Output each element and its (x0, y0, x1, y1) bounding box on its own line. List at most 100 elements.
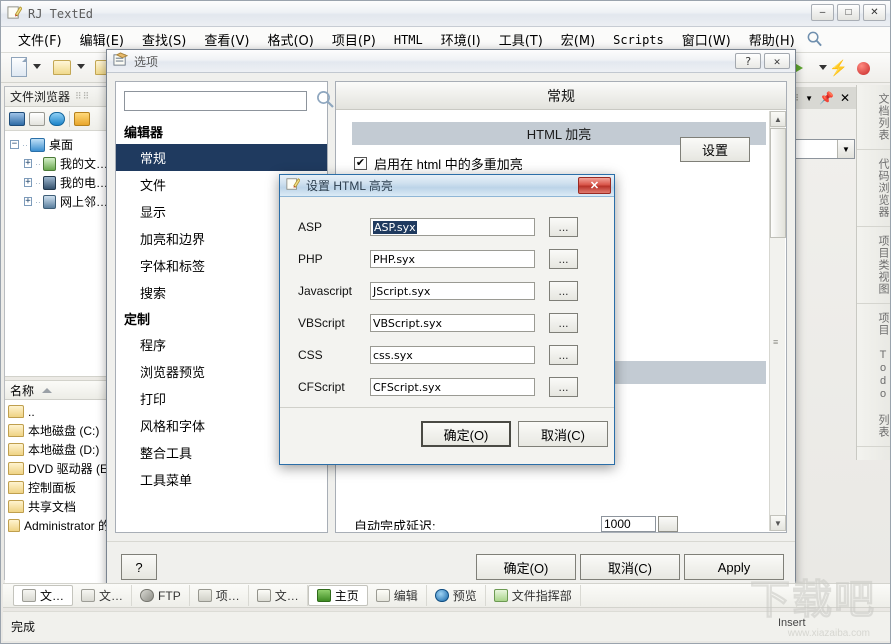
browse-button-asp[interactable]: ... (549, 217, 578, 237)
list-item[interactable]: DVD 驱动器 (E (8, 459, 110, 478)
bottom-tab-documents-2[interactable]: 文… (73, 585, 133, 606)
field-input-cfscript[interactable]: CFScript.syx (370, 378, 535, 396)
tree-expander[interactable]: − (10, 140, 19, 149)
browse-button-css[interactable]: ... (549, 345, 578, 365)
view-grid-tool-icon[interactable] (74, 111, 90, 126)
bottom-tab-project[interactable]: 项… (190, 585, 249, 606)
options-search-input[interactable] (124, 90, 307, 111)
field-input-asp[interactable]: ASP.syx (370, 218, 535, 236)
html-highlight-ok-button[interactable]: 确定(O) (421, 421, 511, 447)
search-icon[interactable] (315, 89, 335, 112)
checkbox-multi-highlight[interactable]: ✔ (354, 157, 367, 170)
search-icon[interactable] (806, 30, 823, 50)
scroll-down-button[interactable]: ▼ (770, 515, 786, 531)
list-item[interactable]: 本地磁盘 (C:) (8, 421, 110, 440)
close-button[interactable]: ✕ (863, 4, 886, 21)
minimize-button[interactable]: – (811, 4, 834, 21)
options-ok-button[interactable]: 确定(O) (476, 554, 576, 580)
close-icon[interactable]: ✕ (840, 91, 850, 105)
list-item[interactable]: .. (8, 402, 110, 421)
menu-tools[interactable]: 工具(T) (490, 28, 552, 51)
maximize-button[interactable]: □ (837, 4, 860, 21)
chevron-down-icon[interactable]: ▼ (837, 140, 854, 158)
browse-button-javascript[interactable]: ... (549, 281, 578, 301)
options-close-button[interactable]: ✕ (764, 53, 790, 69)
scrollbar-thumb[interactable] (770, 128, 786, 238)
browse-button-vbscript[interactable]: ... (549, 313, 578, 333)
field-input-vbscript[interactable]: VBScript.syx (370, 314, 535, 332)
tree-row[interactable]: − ·· 桌面 (8, 135, 108, 154)
menu-help[interactable]: 帮助(H) (740, 28, 804, 51)
field-input-javascript[interactable]: JScript.syx (370, 282, 535, 300)
html-highlight-close-button[interactable]: ✕ (578, 177, 611, 194)
options-apply-button[interactable]: Apply (684, 554, 784, 580)
menu-format[interactable]: 格式(O) (258, 28, 322, 51)
file-list-header[interactable]: 名称 (5, 381, 110, 400)
field-label-php: PHP (298, 252, 323, 266)
vtab-project-class-view[interactable]: 项目类视图 (857, 227, 890, 304)
new-folder-tool-icon[interactable] (29, 111, 45, 126)
bottom-tab-home[interactable]: 主页 (307, 585, 368, 606)
tree-row[interactable]: + ·· 网上邻… (8, 192, 108, 211)
bottom-tab-edit[interactable]: 编辑 (368, 585, 427, 606)
tree-expander[interactable]: + (24, 178, 32, 187)
menu-window[interactable]: 窗口(W) (673, 28, 740, 51)
run-dropdown[interactable] (819, 65, 827, 70)
field-input-css[interactable]: css.syx (370, 346, 535, 364)
desktop-tool-icon[interactable] (9, 111, 25, 126)
quick-action-button[interactable]: ⚡ (829, 59, 848, 77)
menu-macro[interactable]: 宏(M) (552, 28, 604, 51)
options-help-button[interactable]: ? (735, 53, 761, 69)
bottom-tab-documents-1[interactable]: 文… (13, 585, 74, 606)
options-cancel-button[interactable]: 取消(C) (580, 554, 680, 580)
tree-row[interactable]: + ·· 我的电… (8, 173, 108, 192)
vtab-project-todo-list[interactable]: 项目 Todo 列表 (857, 304, 890, 447)
menu-search[interactable]: 查找(S) (133, 28, 195, 51)
open-file-dropdown[interactable] (77, 64, 85, 69)
new-file-button[interactable] (11, 57, 27, 77)
open-file-button[interactable] (53, 60, 71, 75)
list-item[interactable]: 控制面板 (8, 478, 110, 497)
chevron-down-icon[interactable]: ▼ (805, 94, 813, 103)
browse-button-cfscript[interactable]: ... (549, 377, 578, 397)
browse-button-php[interactable]: ... (549, 249, 578, 269)
drag-grip-icon[interactable]: ⠿⠿ (75, 91, 90, 102)
record-button[interactable] (857, 62, 870, 75)
scroll-up-button[interactable]: ▲ (770, 111, 786, 127)
list-item[interactable]: 本地磁盘 (D:) (8, 440, 110, 459)
html-highlight-cancel-button[interactable]: 取消(C) (518, 421, 608, 447)
pencil-note-icon (286, 177, 301, 194)
tree-expander[interactable]: + (24, 197, 32, 206)
menu-edit[interactable]: 编辑(E) (71, 28, 133, 51)
menu-html[interactable]: HTML (385, 31, 432, 49)
options-help-footer-button[interactable]: ? (121, 554, 157, 580)
refresh-tool-icon[interactable] (49, 111, 65, 126)
nav-item-tools-menu[interactable]: 工具菜单 (116, 466, 327, 493)
bottom-tab-preview[interactable]: 预览 (427, 585, 486, 606)
document-list-combo[interactable]: ▼ (787, 139, 855, 159)
scrollbar-grip-icon: ≡ (773, 337, 779, 347)
menu-environment[interactable]: 环境(I) (432, 28, 490, 51)
vtab-document-list[interactable]: 文档列表 (857, 85, 890, 150)
menu-project[interactable]: 项目(P) (323, 28, 385, 51)
tree-row[interactable]: + ·· 我的文… (8, 154, 108, 173)
bottom-tab-clipboard[interactable]: 文… (249, 585, 308, 606)
autocomplete-delay-spinner[interactable] (658, 516, 678, 532)
nav-item-general[interactable]: 常规 (116, 144, 327, 171)
vtab-code-browser[interactable]: 代码浏览器 (857, 150, 890, 227)
tree-expander[interactable]: + (24, 159, 32, 168)
menu-scripts[interactable]: Scripts (604, 31, 673, 49)
list-item[interactable]: 共享文档 (8, 497, 110, 516)
list-item[interactable]: Administrator 的 (8, 516, 110, 535)
html-highlight-settings-button[interactable]: 设置 (680, 137, 750, 162)
new-file-dropdown[interactable] (33, 64, 41, 69)
menu-view[interactable]: 查看(V) (195, 28, 258, 51)
bottom-tab-ftp[interactable]: FTP (132, 585, 190, 606)
autocomplete-delay-input[interactable]: 1000 (601, 516, 656, 532)
file-list-column-name: 名称 (10, 383, 35, 398)
bottom-tab-file-commander[interactable]: 文件指挥部 (486, 585, 581, 606)
menu-file[interactable]: 文件(F) (9, 28, 71, 51)
options-content-scrollbar[interactable]: ▲ ≡ ▼ (769, 111, 786, 531)
pin-icon[interactable]: 📌 (819, 91, 834, 105)
field-input-php[interactable]: PHP.syx (370, 250, 535, 268)
